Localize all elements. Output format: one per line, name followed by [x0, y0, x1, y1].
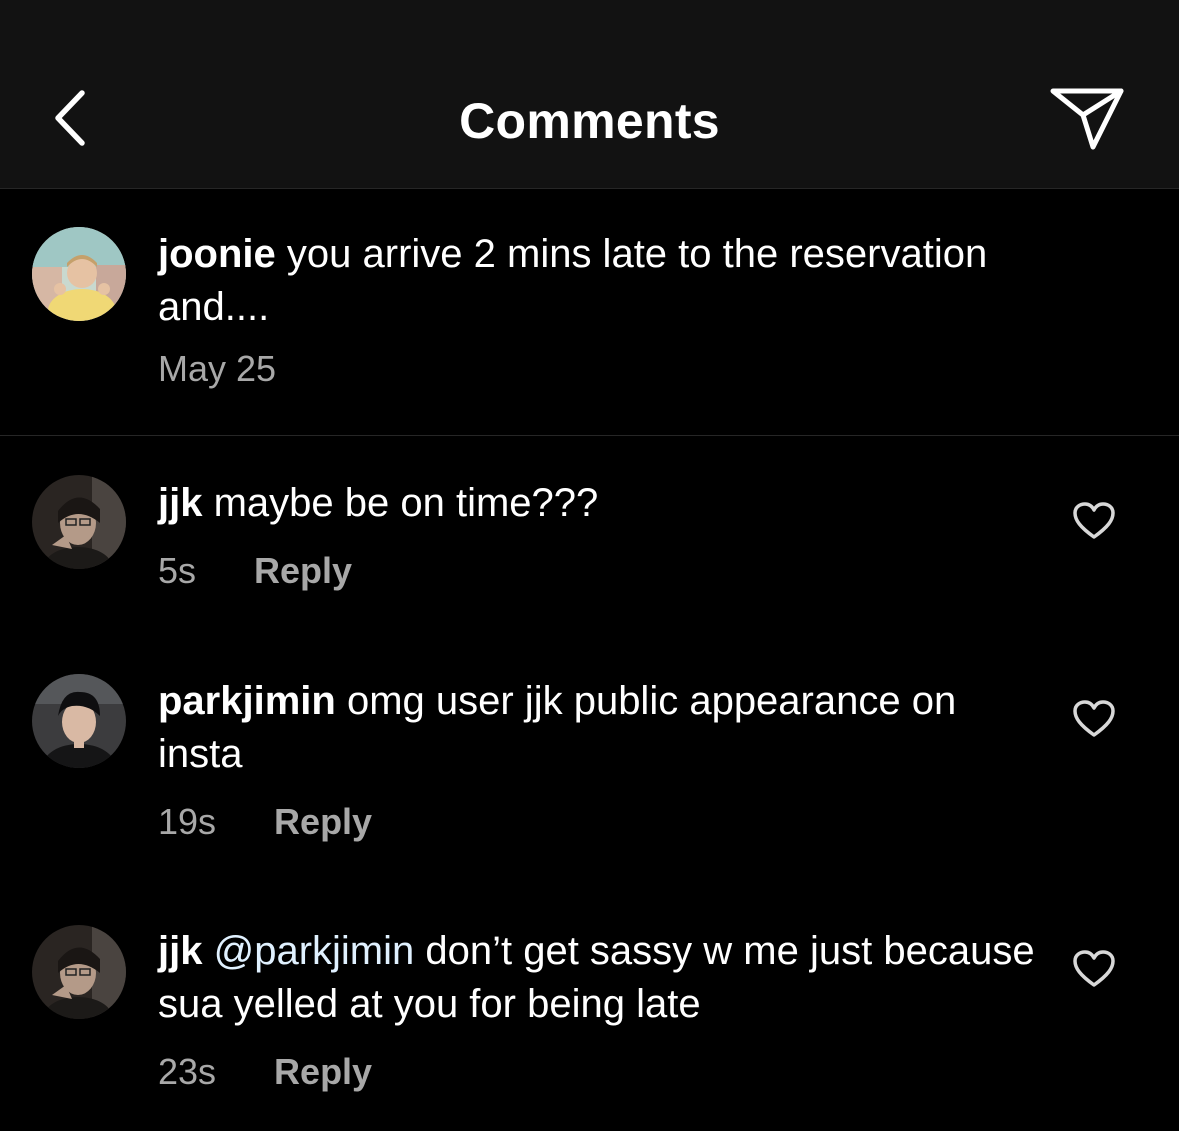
- top-nav-bar: Comments: [0, 0, 1179, 189]
- comment-text: parkjimin omg user jjk public appearance…: [158, 675, 1038, 781]
- paper-plane-icon: [1047, 83, 1127, 158]
- caption-text: joonie you arrive 2 mins late to the res…: [158, 228, 1038, 334]
- like-button[interactable]: [1070, 947, 1118, 995]
- caption-body: you arrive 2 mins late to the reservatio…: [158, 232, 988, 329]
- comment-text: jjk @parkjimin don’t get sassy w me just…: [158, 925, 1038, 1031]
- comment-timestamp: 23s: [158, 1051, 217, 1092]
- comments-screen: Comments joonie you arrive 2 mins late t…: [0, 0, 1179, 1131]
- comment-username[interactable]: jjk: [158, 481, 202, 525]
- comment-meta: 23s Reply: [158, 1051, 372, 1093]
- like-button[interactable]: [1070, 697, 1118, 745]
- caption-meta: May 25: [158, 348, 276, 390]
- caption-timestamp: May 25: [158, 348, 277, 389]
- avatar[interactable]: [32, 475, 126, 569]
- comment-timestamp: 5s: [158, 550, 197, 591]
- comment-meta: 5s Reply: [158, 550, 352, 592]
- comment-item: jjk @parkjimin don’t get sassy w me just…: [0, 877, 1179, 1131]
- comment-item: parkjimin omg user jjk public appearance…: [0, 637, 1179, 877]
- comment-text: jjk maybe be on time???: [158, 477, 1038, 530]
- comment-timestamp: 19s: [158, 801, 217, 842]
- avatar[interactable]: [32, 227, 126, 321]
- reply-button[interactable]: Reply: [274, 801, 372, 843]
- avatar[interactable]: [32, 925, 126, 1019]
- caption-username[interactable]: joonie: [158, 232, 276, 276]
- comment-meta: 19s Reply: [158, 801, 372, 843]
- share-button[interactable]: [1042, 80, 1132, 160]
- heart-outline-icon: [1072, 501, 1116, 546]
- avatar[interactable]: [32, 674, 126, 768]
- comment-body: maybe be on time???: [202, 481, 599, 525]
- mention-link[interactable]: @parkjimin: [202, 929, 415, 973]
- comment-item: jjk maybe be on time??? 5s Reply: [0, 437, 1179, 637]
- reply-button[interactable]: Reply: [254, 550, 352, 592]
- like-button[interactable]: [1070, 499, 1118, 547]
- heart-outline-icon: [1072, 699, 1116, 744]
- post-caption: joonie you arrive 2 mins late to the res…: [0, 190, 1179, 436]
- comment-username[interactable]: jjk: [158, 929, 202, 973]
- reply-button[interactable]: Reply: [274, 1051, 372, 1093]
- page-title: Comments: [459, 93, 720, 149]
- comment-username[interactable]: parkjimin: [158, 679, 336, 723]
- heart-outline-icon: [1072, 949, 1116, 994]
